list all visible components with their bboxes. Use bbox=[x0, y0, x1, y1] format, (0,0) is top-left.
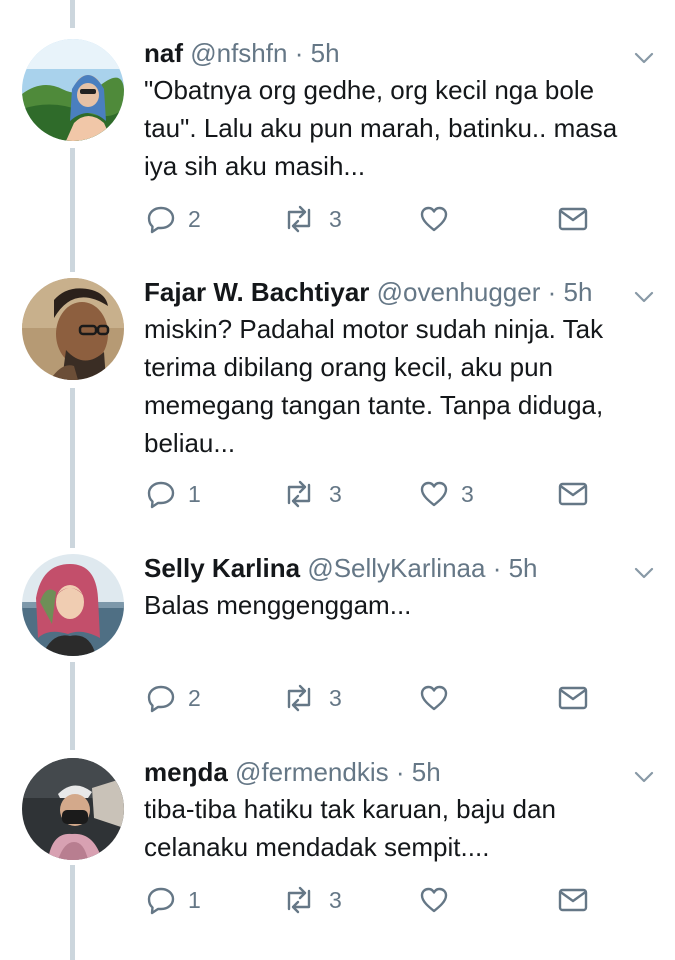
tweet[interactable]: Fajar W. Bachtiyar @ovenhugger · 5h misk… bbox=[0, 277, 675, 543]
like-count: 3 bbox=[461, 480, 474, 507]
separator-dot: · bbox=[547, 277, 557, 307]
retweet-button[interactable]: 3 bbox=[281, 683, 342, 713]
timestamp[interactable]: 5h bbox=[412, 757, 441, 787]
tweet-text: miskin? Padahal motor sudah ninja. Tak t… bbox=[144, 310, 654, 462]
direct-message-button[interactable] bbox=[557, 204, 589, 234]
retweet-icon bbox=[287, 886, 311, 914]
timestamp[interactable]: 5h bbox=[564, 277, 593, 307]
tweet-text-line: celanaku mendadak sempit.... bbox=[144, 832, 490, 862]
user-handle[interactable]: @ovenhugger bbox=[377, 277, 541, 307]
tweet-header: Selly Karlina @SellyKarlinaa · 5h bbox=[144, 553, 538, 583]
tweet-text: Balas menggenggam... bbox=[144, 586, 654, 624]
retweet-count: 3 bbox=[329, 480, 342, 507]
tweet-text-line: tiba-tiba hatiku tak karuan, baju dan bbox=[144, 794, 556, 824]
like-button[interactable] bbox=[419, 885, 461, 915]
reply-icon bbox=[147, 887, 175, 915]
separator-dot: · bbox=[395, 757, 405, 787]
separator-dot: · bbox=[294, 38, 304, 68]
user-handle[interactable]: @nfshfn bbox=[190, 38, 287, 68]
chevron-down-icon[interactable] bbox=[634, 52, 654, 64]
reply-icon bbox=[147, 481, 175, 509]
retweet-button[interactable]: 3 bbox=[281, 479, 342, 509]
avatar[interactable] bbox=[22, 758, 124, 860]
tweet-header: meŋda @fermendkis · 5h bbox=[144, 757, 441, 787]
tweet-text-line: tau". Lalu aku pun marah, batinku.. masa bbox=[144, 113, 618, 143]
display-name[interactable]: Selly Karlina bbox=[144, 553, 300, 583]
heart-icon bbox=[420, 887, 448, 913]
envelope-icon bbox=[558, 686, 588, 710]
display-name[interactable]: meŋda bbox=[144, 757, 228, 787]
heart-icon bbox=[420, 481, 448, 507]
direct-message-button[interactable] bbox=[557, 885, 589, 915]
reply-count: 1 bbox=[188, 480, 201, 507]
retweet-count: 3 bbox=[329, 205, 342, 232]
reply-button[interactable]: 2 bbox=[146, 204, 201, 234]
envelope-icon bbox=[558, 482, 588, 506]
tweet-text-line: iya sih aku masih... bbox=[144, 151, 366, 181]
tweet-text-line: beliau... bbox=[144, 428, 236, 458]
tweet-text-line: miskin? Padahal motor sudah ninja. Tak bbox=[144, 314, 604, 344]
reply-count: 2 bbox=[188, 684, 201, 711]
tweet-text-line: memegang tangan tante. Tanpa diduga, bbox=[144, 390, 604, 420]
user-handle[interactable]: @SellyKarlinaa bbox=[307, 553, 485, 583]
timestamp[interactable]: 5h bbox=[509, 553, 538, 583]
like-button[interactable] bbox=[419, 683, 461, 713]
reply-button[interactable]: 2 bbox=[146, 683, 201, 713]
separator-dot: · bbox=[492, 553, 502, 583]
chevron-down-icon[interactable] bbox=[634, 291, 654, 303]
reply-button[interactable]: 1 bbox=[146, 885, 201, 915]
chevron-down-icon[interactable] bbox=[634, 771, 654, 783]
display-name[interactable]: Fajar W. Bachtiyar bbox=[144, 277, 369, 307]
reply-button[interactable]: 1 bbox=[146, 479, 201, 509]
like-button[interactable]: 3 bbox=[419, 479, 474, 509]
avatar[interactable] bbox=[22, 554, 124, 656]
retweet-icon bbox=[287, 480, 311, 508]
avatar[interactable] bbox=[22, 278, 124, 380]
tweet-text: "Obatnya org gedhe, org kecil nga bole t… bbox=[144, 71, 654, 185]
retweet-count: 3 bbox=[329, 886, 342, 913]
tweet-text-line: "Obatnya org gedhe, org kecil nga bole bbox=[144, 75, 595, 105]
timestamp[interactable]: 5h bbox=[311, 38, 340, 68]
tweet-header: Fajar W. Bachtiyar @ovenhugger · 5h bbox=[144, 277, 592, 307]
retweet-icon bbox=[287, 684, 311, 712]
retweet-button[interactable]: 3 bbox=[281, 204, 342, 234]
tweet[interactable]: Selly Karlina @SellyKarlinaa · 5h Balas … bbox=[0, 553, 675, 743]
tweet[interactable]: meŋda @fermendkis · 5h tiba-tiba hatiku … bbox=[0, 757, 675, 947]
user-handle[interactable]: @fermendkis bbox=[235, 757, 389, 787]
heart-icon bbox=[420, 685, 448, 711]
tweet-text: tiba-tiba hatiku tak karuan, baju dan ce… bbox=[144, 790, 654, 866]
avatar[interactable] bbox=[22, 39, 124, 141]
envelope-icon bbox=[558, 207, 588, 231]
reply-count: 1 bbox=[188, 886, 201, 913]
envelope-icon bbox=[558, 888, 588, 912]
reply-icon bbox=[147, 685, 175, 713]
tweet-text-line: Balas menggenggam... bbox=[144, 590, 412, 620]
direct-message-button[interactable] bbox=[557, 683, 589, 713]
direct-message-button[interactable] bbox=[557, 479, 589, 509]
reply-count: 2 bbox=[188, 205, 201, 232]
tweet-header: naf @nfshfn · 5h bbox=[144, 38, 340, 68]
tweet-text-line: terima dibilang orang kecil, aku pun bbox=[144, 352, 554, 382]
display-name[interactable]: naf bbox=[144, 38, 183, 68]
like-button[interactable] bbox=[419, 204, 461, 234]
retweet-count: 3 bbox=[329, 684, 342, 711]
reply-icon bbox=[147, 206, 175, 234]
heart-icon bbox=[420, 206, 448, 232]
retweet-icon bbox=[287, 205, 311, 233]
tweet[interactable]: naf @nfshfn · 5h "Obatnya org gedhe, org… bbox=[0, 38, 675, 268]
chevron-down-icon[interactable] bbox=[634, 567, 654, 579]
retweet-button[interactable]: 3 bbox=[281, 885, 342, 915]
thread-line bbox=[70, 0, 75, 28]
